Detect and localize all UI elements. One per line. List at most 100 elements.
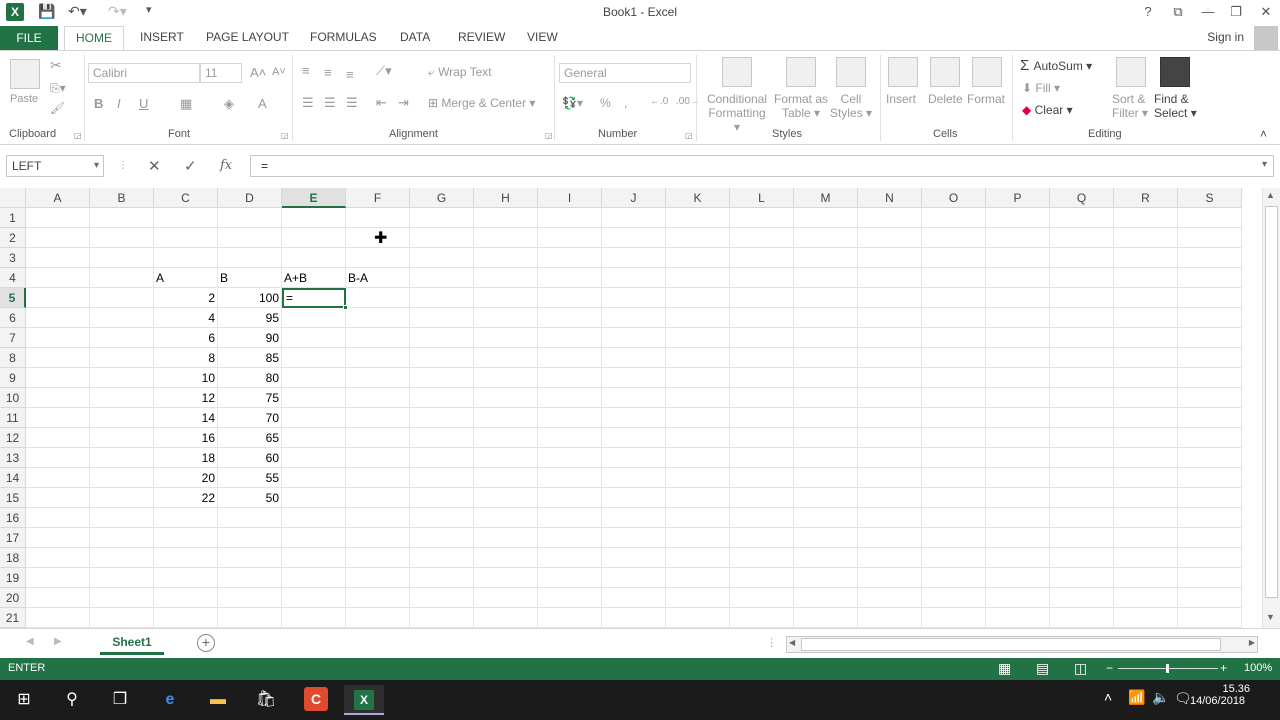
- cell-f16[interactable]: [346, 508, 410, 528]
- cell-f6[interactable]: [346, 308, 410, 328]
- format-painter-icon[interactable]: 🖌: [50, 101, 65, 115]
- format-as-table-button[interactable]: Format as Table ▾: [772, 92, 830, 120]
- row-header-12[interactable]: 12: [0, 428, 26, 448]
- cell-d11[interactable]: 70: [218, 408, 282, 428]
- store-icon[interactable]: 🛍: [246, 685, 286, 715]
- row-header-14[interactable]: 14: [0, 468, 26, 488]
- cell-s3[interactable]: [1178, 248, 1242, 268]
- cell-f12[interactable]: [346, 428, 410, 448]
- cell-s19[interactable]: [1178, 568, 1242, 588]
- cell-l5[interactable]: [730, 288, 794, 308]
- windows-start-icon[interactable]: ⊞: [4, 685, 44, 715]
- row-header-21[interactable]: 21: [0, 608, 26, 628]
- cell-o12[interactable]: [922, 428, 986, 448]
- cell-e9[interactable]: [282, 368, 346, 388]
- cell-g9[interactable]: [410, 368, 474, 388]
- normal-view-icon[interactable]: ▦: [998, 660, 1011, 677]
- cell-k14[interactable]: [666, 468, 730, 488]
- cell-f4[interactable]: B-A: [346, 268, 410, 288]
- cell-q2[interactable]: [1050, 228, 1114, 248]
- cell-i17[interactable]: [538, 528, 602, 548]
- cell-r15[interactable]: [1114, 488, 1178, 508]
- cell-m19[interactable]: [794, 568, 858, 588]
- cell-f14[interactable]: [346, 468, 410, 488]
- cell-l9[interactable]: [730, 368, 794, 388]
- sheet-tab-sheet1[interactable]: Sheet1: [100, 629, 164, 655]
- cell-f21[interactable]: [346, 608, 410, 628]
- row-header-9[interactable]: 9: [0, 368, 26, 388]
- clear-button[interactable]: ◆ Clear ▾: [1022, 103, 1073, 117]
- cell-k9[interactable]: [666, 368, 730, 388]
- cell-b14[interactable]: [90, 468, 154, 488]
- cell-c17[interactable]: [154, 528, 218, 548]
- cell-h12[interactable]: [474, 428, 538, 448]
- edge-browser-icon[interactable]: e: [150, 685, 190, 715]
- chevron-down-icon[interactable]: ▾: [94, 156, 99, 176]
- cell-m10[interactable]: [794, 388, 858, 408]
- cell-g15[interactable]: [410, 488, 474, 508]
- row-header-20[interactable]: 20: [0, 588, 26, 608]
- cell-d15[interactable]: 50: [218, 488, 282, 508]
- cell-k13[interactable]: [666, 448, 730, 468]
- cell-a2[interactable]: [26, 228, 90, 248]
- cell-h18[interactable]: [474, 548, 538, 568]
- cell-o11[interactable]: [922, 408, 986, 428]
- cell-n14[interactable]: [858, 468, 922, 488]
- cell-k15[interactable]: [666, 488, 730, 508]
- increase-indent-icon[interactable]: ⇥: [398, 95, 409, 111]
- wifi-icon[interactable]: 📶: [1128, 689, 1145, 706]
- cell-f7[interactable]: [346, 328, 410, 348]
- cell-r12[interactable]: [1114, 428, 1178, 448]
- cell-c9[interactable]: 10: [154, 368, 218, 388]
- clipboard-dialog-launcher-icon[interactable]: ◲: [74, 131, 82, 140]
- align-left-icon[interactable]: ☰: [302, 95, 314, 111]
- cell-b8[interactable]: [90, 348, 154, 368]
- row-header-1[interactable]: 1: [0, 208, 26, 228]
- cell-m5[interactable]: [794, 288, 858, 308]
- cell-e16[interactable]: [282, 508, 346, 528]
- cell-g7[interactable]: [410, 328, 474, 348]
- vertical-scroll-thumb[interactable]: [1265, 206, 1278, 598]
- format-cells-button[interactable]: Format: [967, 92, 1005, 106]
- cell-d18[interactable]: [218, 548, 282, 568]
- font-size-select[interactable]: 11: [200, 63, 242, 83]
- cell-b16[interactable]: [90, 508, 154, 528]
- cell-a7[interactable]: [26, 328, 90, 348]
- cell-n21[interactable]: [858, 608, 922, 628]
- font-dialog-launcher-icon[interactable]: ◲: [281, 131, 289, 140]
- cell-d6[interactable]: 95: [218, 308, 282, 328]
- orientation-icon[interactable]: ⟋▾: [376, 63, 392, 79]
- cell-d8[interactable]: 85: [218, 348, 282, 368]
- cell-q11[interactable]: [1050, 408, 1114, 428]
- cell-q5[interactable]: [1050, 288, 1114, 308]
- cell-d7[interactable]: 90: [218, 328, 282, 348]
- cell-d5[interactable]: 100: [218, 288, 282, 308]
- cell-h9[interactable]: [474, 368, 538, 388]
- cell-i16[interactable]: [538, 508, 602, 528]
- cell-c20[interactable]: [154, 588, 218, 608]
- cell-d13[interactable]: 60: [218, 448, 282, 468]
- cell-h8[interactable]: [474, 348, 538, 368]
- cell-s11[interactable]: [1178, 408, 1242, 428]
- cell-p2[interactable]: [986, 228, 1050, 248]
- cell-o17[interactable]: [922, 528, 986, 548]
- insert-cells-button[interactable]: Insert: [886, 92, 916, 106]
- cell-j17[interactable]: [602, 528, 666, 548]
- column-header-p[interactable]: P: [986, 188, 1050, 208]
- increase-decimal-icon[interactable]: ←.0: [650, 96, 668, 107]
- cell-r5[interactable]: [1114, 288, 1178, 308]
- binoculars-icon[interactable]: [1160, 57, 1190, 87]
- paste-icon[interactable]: [10, 59, 40, 89]
- cell-n1[interactable]: [858, 208, 922, 228]
- cell-q4[interactable]: [1050, 268, 1114, 288]
- cell-o9[interactable]: [922, 368, 986, 388]
- cell-f19[interactable]: [346, 568, 410, 588]
- cell-k8[interactable]: [666, 348, 730, 368]
- cell-p4[interactable]: [986, 268, 1050, 288]
- cell-q16[interactable]: [1050, 508, 1114, 528]
- sheet-scroll-left-icon[interactable]: ◀: [26, 636, 34, 647]
- cell-l3[interactable]: [730, 248, 794, 268]
- cell-s1[interactable]: [1178, 208, 1242, 228]
- format-cells-icon[interactable]: [972, 57, 1002, 87]
- cell-q12[interactable]: [1050, 428, 1114, 448]
